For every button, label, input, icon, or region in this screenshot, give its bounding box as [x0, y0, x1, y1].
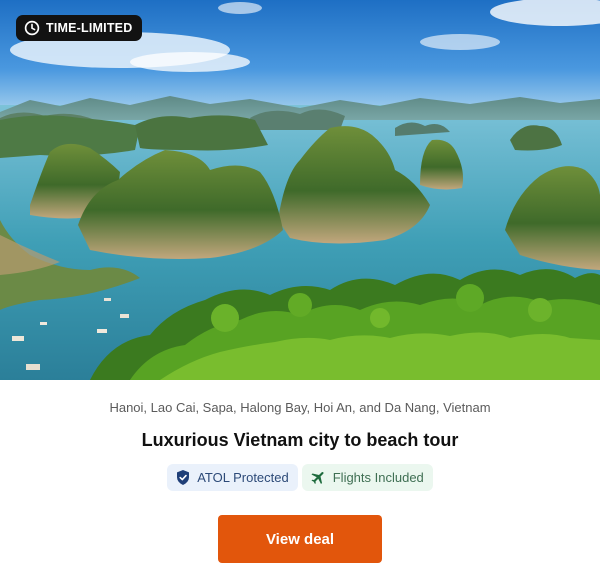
atol-tag-label: ATOL Protected [197, 470, 289, 485]
plane-icon [311, 471, 324, 485]
tour-title[interactable]: Luxurious Vietnam city to beach tour [0, 430, 600, 451]
shield-check-icon [177, 470, 190, 485]
feature-tags: ATOL Protected Flights Included [0, 464, 600, 491]
flights-included-tag: Flights Included [301, 464, 433, 491]
clock-icon [24, 20, 40, 36]
time-limited-badge: TIME-LIMITED [16, 15, 143, 41]
halong-bay-photo [0, 0, 600, 380]
flights-tag-label: Flights Included [332, 470, 424, 485]
badge-label: TIME-LIMITED [46, 21, 133, 35]
tour-location: Hanoi, Lao Cai, Sapa, Halong Bay, Hoi An… [109, 400, 491, 415]
deal-card[interactable]: TIME-LIMITED Hanoi, Lao Cai, Sapa, Halon… [0, 0, 600, 587]
view-deal-button[interactable]: View deal [218, 515, 382, 563]
hero-image[interactable]: TIME-LIMITED [0, 0, 600, 380]
atol-protected-tag: ATOL Protected [167, 464, 298, 491]
